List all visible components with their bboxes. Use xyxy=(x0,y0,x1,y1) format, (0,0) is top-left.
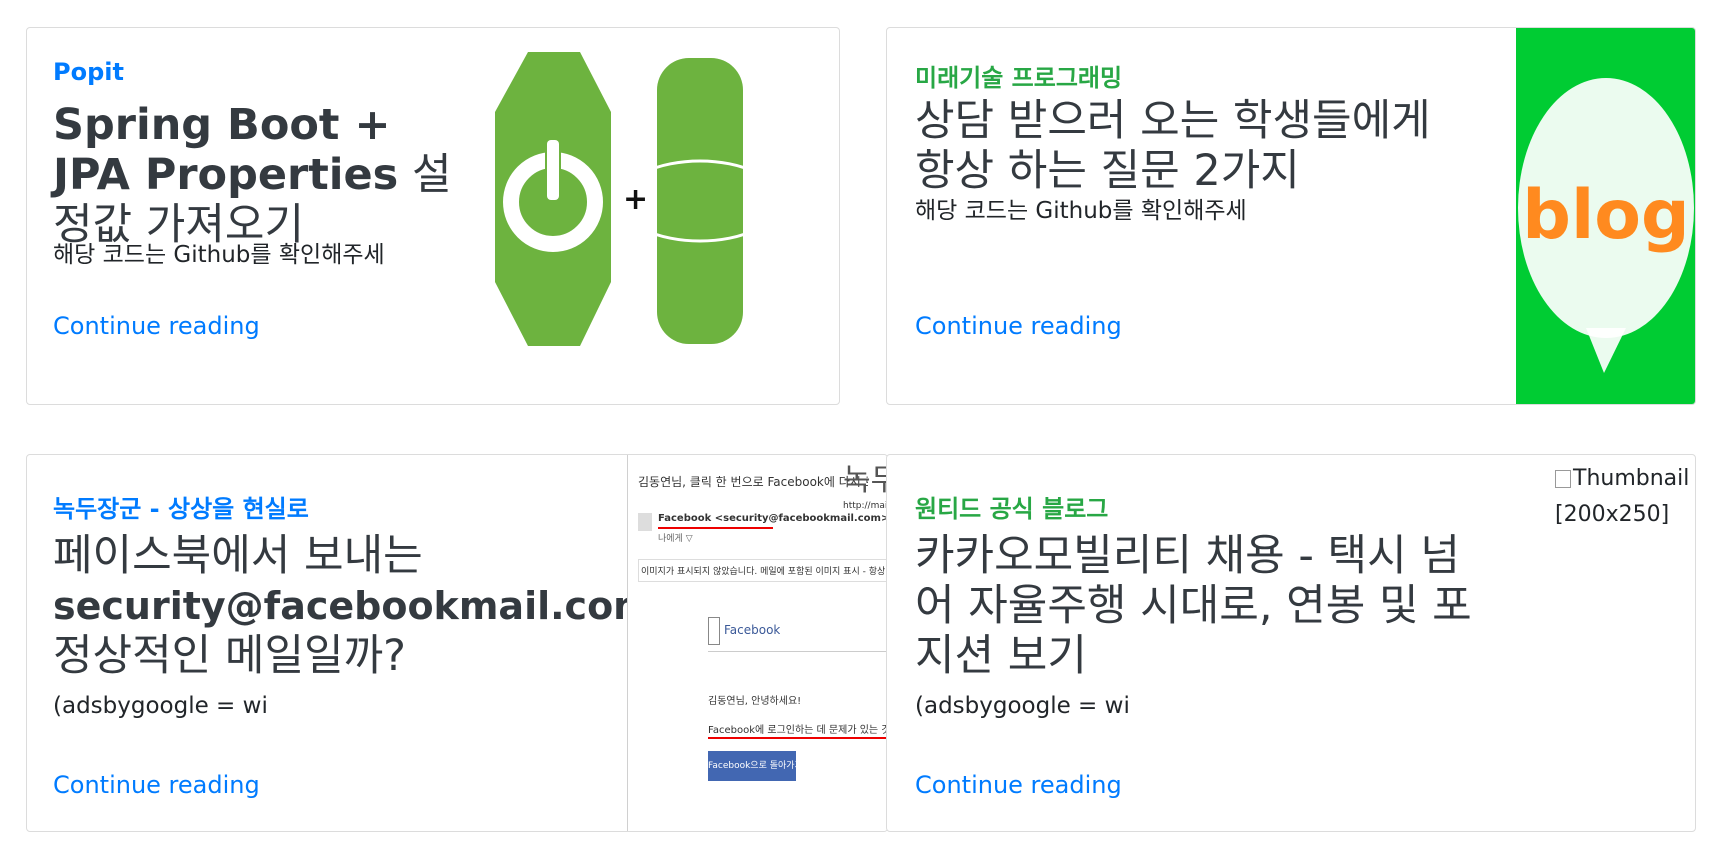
watermark-url: http://mainia xyxy=(843,501,887,511)
red-underline xyxy=(658,527,773,529)
post-snippet: (adsbygoogle = wi xyxy=(53,693,268,719)
watermark: 녹두 xyxy=(843,463,887,498)
post-category[interactable]: Popit xyxy=(53,58,124,86)
post-card: 미래기술 프로그래밍 상담 받으러 오는 학생들에게 항상 하는 질문 2가지 … xyxy=(886,27,1696,405)
post-snippet: (adsbygoogle = wi xyxy=(915,693,1130,719)
image-notice: 이미지가 표시되지 않았습니다. 메일에 포함된 이미지 표시 - 항상 sec… xyxy=(638,559,887,582)
facebook-email-thumbnail[interactable]: 김동연님, 클릭 한 번으로 Facebook에 다시 로그인하세요 녹두 ht… xyxy=(627,455,888,831)
post-title[interactable]: Spring Boot + JPA Properties 설정값 가져오기 xyxy=(53,100,473,250)
continue-reading-link[interactable]: Continue reading xyxy=(915,771,1122,799)
post-title[interactable]: 페이스북에서 보내는 security@facebookmail.com 정상적… xyxy=(53,531,653,681)
post-card: Popit Spring Boot + JPA Properties 설정값 가… xyxy=(26,27,840,405)
post-card: 녹두장군 - 상상을 현실로 페이스북에서 보내는 security@faceb… xyxy=(26,454,888,832)
post-category[interactable]: 원티드 공식 블로그 xyxy=(915,489,1108,524)
email-sender: Facebook <security@facebookmail.com> xyxy=(658,513,888,524)
post-category[interactable]: 녹두장군 - 상상을 현실로 xyxy=(53,489,309,524)
email-subject: 김동연님, 클릭 한 번으로 Facebook에 다시 로그인하세요 xyxy=(638,475,868,489)
sender-avatar xyxy=(638,513,652,531)
spring-boot-jpa-thumbnail[interactable]: + xyxy=(495,52,745,350)
email-greeting: 김동연님, 안녕하세요! xyxy=(708,696,802,707)
continue-reading-link[interactable]: Continue reading xyxy=(53,771,260,799)
post-snippet: 해당 코드는 Github를 확인해주세 xyxy=(53,242,385,268)
post-title[interactable]: 상담 받으러 오는 학생들에게 항상 하는 질문 2가지 xyxy=(915,96,1455,196)
fb-brand: Facebook xyxy=(724,623,781,637)
broken-image-icon xyxy=(1555,470,1571,488)
blog-logo-thumbnail[interactable]: blog xyxy=(1516,28,1696,405)
thumbnail-image[interactable]: Thumbnail [200x250] xyxy=(1555,461,1695,533)
red-underline xyxy=(708,737,887,739)
back-to-facebook-button: Facebook으로 돌아가기 xyxy=(708,751,796,781)
post-snippet: 해당 코드는 Github를 확인해주세 xyxy=(915,198,1247,224)
continue-reading-link[interactable]: Continue reading xyxy=(53,312,260,340)
thumbnail-size: [200x250] xyxy=(1555,502,1670,527)
divider xyxy=(708,651,887,652)
svg-text:+: + xyxy=(623,182,648,217)
post-category[interactable]: 미래기술 프로그래밍 xyxy=(915,58,1122,93)
continue-reading-link[interactable]: Continue reading xyxy=(915,312,1122,340)
post-card: 원티드 공식 블로그 카카오모빌리티 채용 - 택시 넘어 자율주행 시대로, … xyxy=(886,454,1696,832)
email-body: Facebook에 로그인하는 데 문제가 있는 것 같습니다 xyxy=(708,725,887,736)
email-recipient: 나에게 ▽ xyxy=(658,534,693,544)
fb-logo-placeholder xyxy=(708,617,720,645)
post-title[interactable]: 카카오모빌리티 채용 - 택시 넘어 자율주행 시대로, 연봉 및 포지션 보기 xyxy=(915,531,1475,681)
blog-logo-text: blog xyxy=(1522,176,1689,255)
thumbnail-alt: Thumbnail xyxy=(1573,466,1690,491)
